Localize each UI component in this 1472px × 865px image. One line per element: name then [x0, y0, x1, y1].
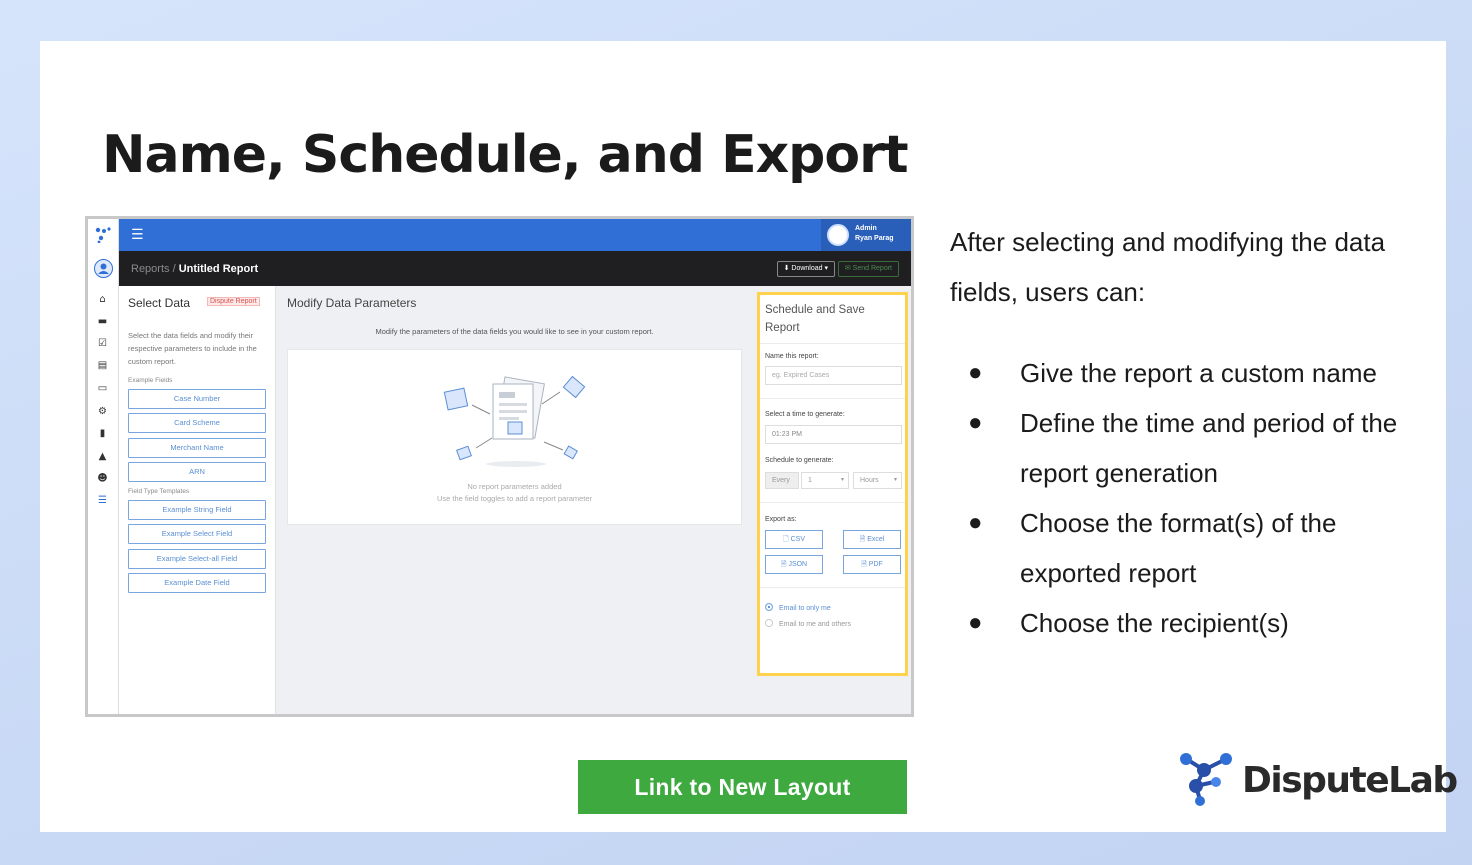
- empty-state-hint: Use the field toggles to add a report pa…: [436, 494, 593, 503]
- template-button[interactable]: Example Date Field: [128, 573, 266, 593]
- list-item-text: Choose the recipient(s): [1020, 608, 1289, 638]
- export-pdf-button[interactable]: 🗎 PDF: [843, 555, 901, 574]
- name-label: Name this report:: [765, 353, 819, 360]
- email-me-label: Email to only me: [779, 605, 831, 612]
- list-item: ● Choose the format(s) of the exported re…: [968, 498, 1438, 598]
- template-button[interactable]: Example Select-all Field: [128, 549, 266, 569]
- user-role: Admin: [855, 225, 877, 232]
- template-button[interactable]: Example Select Field: [128, 524, 266, 544]
- feature-list: ● Give the report a custom name ● Define t…: [968, 348, 1438, 648]
- briefcase-icon[interactable]: ▬: [96, 315, 109, 328]
- icon-rail: ⌂ ▬ ☑ ▤ ▭ ⚙ ▮ ▲ ☻ ☰: [88, 219, 119, 714]
- list-item-text: Choose the format(s) of the exported rep…: [1020, 508, 1337, 588]
- params-empty-card: No report parameters added Use the field…: [287, 349, 742, 525]
- export-excel-button[interactable]: 🗎 Excel: [843, 530, 901, 549]
- profile-icon[interactable]: [94, 259, 113, 278]
- schedule-number-value: 1: [808, 477, 812, 484]
- template-button[interactable]: Example String Field: [128, 500, 266, 520]
- schedule-number-select[interactable]: 1 ▾: [801, 472, 849, 489]
- email-others-label: Email to me and others: [779, 621, 851, 628]
- intro-text: After selecting and modifying the data f…: [950, 227, 1386, 307]
- empty-state-title: No report parameters added: [467, 482, 562, 491]
- disputelab-mini-logo-icon: [95, 227, 111, 243]
- time-label: Select a time to generate:: [765, 411, 845, 418]
- schedule-save-panel: Schedule and Save Report Name this repor…: [757, 292, 908, 676]
- bullet-icon: ●: [968, 509, 983, 536]
- chevron-down-icon: ▾: [893, 477, 897, 483]
- radio-unselected-icon: [765, 619, 773, 627]
- time-input[interactable]: 01:23 PM: [765, 425, 902, 444]
- inbox-icon[interactable]: ▤: [96, 359, 109, 372]
- breadcrumb-sep: /: [169, 263, 179, 275]
- empty-state-illustration: [443, 375, 586, 467]
- logo-text: DisputeLab: [1242, 760, 1458, 801]
- schedule-every: Every: [765, 472, 799, 489]
- export-label: Export as:: [765, 516, 797, 523]
- reports-icon[interactable]: ☰: [96, 494, 109, 507]
- field-button[interactable]: Card Scheme: [128, 413, 266, 433]
- field-button[interactable]: Merchant Name: [128, 438, 266, 458]
- bullet-icon: ●: [968, 359, 983, 386]
- list-item: ● Choose the recipient(s): [968, 598, 1438, 648]
- email-me-radio[interactable]: Email to only me: [765, 603, 831, 612]
- modify-params-title: Modify Data Parameters: [287, 296, 417, 310]
- menu-icon[interactable]: ☰: [131, 227, 144, 243]
- top-bar: ☰ Admin Ryan Parag: [119, 219, 911, 251]
- home-icon[interactable]: ⌂: [96, 293, 109, 306]
- breadcrumb: Reports / Untitled Report: [131, 263, 258, 275]
- link-to-new-layout-button[interactable]: Link to New Layout: [578, 760, 907, 814]
- divider: [760, 587, 905, 588]
- modify-params-desc: Modify the parameters of the data fields…: [375, 327, 654, 336]
- select-data-panel: Select Data Dispute Report Select the da…: [119, 286, 276, 714]
- email-others-radio[interactable]: Email to me and others: [765, 619, 851, 628]
- avatar: [827, 224, 849, 246]
- user-name: Ryan Parag: [855, 235, 894, 242]
- schedule-unit-value: Hours: [860, 477, 879, 484]
- export-csv-button[interactable]: 🗋 CSV: [765, 530, 823, 549]
- send-report-button[interactable]: ✉ Send Report: [837, 261, 899, 277]
- chevron-down-icon: ▾: [840, 477, 844, 483]
- breadcrumb-root[interactable]: Reports: [131, 263, 170, 275]
- download-button[interactable]: ⬇ Download ▾: [776, 261, 835, 277]
- card-icon[interactable]: ▭: [96, 382, 109, 395]
- field-button[interactable]: Case Number: [128, 389, 266, 409]
- report-name-input[interactable]: eg. Expired Cases: [765, 366, 902, 385]
- header-bar: Reports / Untitled Report ⬇ Download ▾ ✉…: [119, 251, 911, 286]
- select-data-desc: Select the data fields and modify their …: [128, 331, 257, 366]
- divider: [760, 502, 905, 503]
- list-item: ● Give the report a custom name: [968, 348, 1438, 398]
- slide: Name, Schedule, and Export ⌂ ▬ ☑ ▤ ▭ ⚙ ▮…: [40, 41, 1458, 832]
- bullet-icon: ●: [968, 409, 983, 436]
- divider: [760, 343, 905, 344]
- templates-label: Field Type Templates: [128, 488, 190, 495]
- list-item-text: Give the report a custom name: [1020, 358, 1377, 388]
- checkbox-icon[interactable]: ☑: [96, 337, 109, 350]
- divider: [760, 398, 905, 399]
- schedule-label: Schedule to generate:: [765, 457, 834, 464]
- field-button[interactable]: ARN: [128, 462, 266, 482]
- users-icon[interactable]: ☻: [96, 472, 109, 485]
- list-item-text: Define the time and period of the report…: [1020, 408, 1398, 488]
- slide-title: Name, Schedule, and Export: [102, 125, 909, 185]
- gear-icon[interactable]: ⚙: [96, 405, 109, 418]
- breadcrumb-current: Untitled Report: [178, 263, 259, 275]
- schedule-unit-select[interactable]: Hours ▾: [853, 472, 902, 489]
- list-item: ● Define the time and period of the repor…: [968, 398, 1438, 498]
- export-json-button[interactable]: 🗎 JSON: [765, 555, 823, 574]
- bullet-icon: ●: [968, 609, 983, 636]
- example-fields-label: Example Fields: [128, 377, 173, 384]
- select-data-title: Select Data: [128, 296, 191, 310]
- document-icon[interactable]: ▮: [96, 427, 109, 440]
- radio-selected-icon: [765, 603, 773, 611]
- report-type-badge[interactable]: Dispute Report: [207, 297, 260, 306]
- warning-icon[interactable]: ▲: [96, 450, 109, 463]
- user-menu[interactable]: Admin Ryan Parag: [821, 219, 911, 251]
- app-screenshot: ⌂ ▬ ☑ ▤ ▭ ⚙ ▮ ▲ ☻ ☰ ☰ Admin Ryan Parag Re…: [85, 216, 914, 717]
- disputelab-logo-icon: [1180, 753, 1232, 806]
- schedule-save-title: Schedule and Save Report: [765, 304, 865, 334]
